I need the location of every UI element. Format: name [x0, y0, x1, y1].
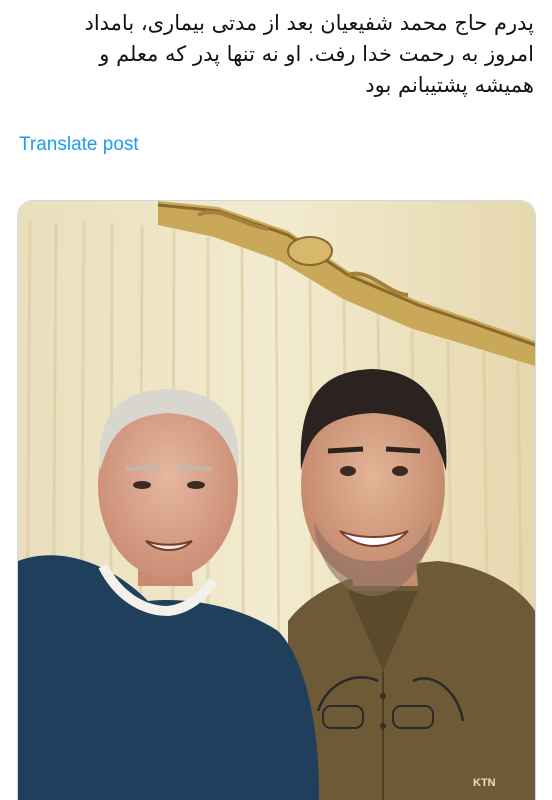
tweet-post: پدرم حاج محمد شفیعیان بعد از مدتی بیماری…: [0, 0, 552, 800]
shirt-logo: KTN: [473, 777, 496, 789]
post-text-line-3: همیشه پشتیبانم بود: [365, 73, 534, 97]
post-text-line-1: پدرم حاج محمد شفیعیان بعد از مدتی بیماری…: [84, 11, 534, 35]
photo-illustration: KTN: [18, 201, 535, 800]
post-photo[interactable]: KTN: [17, 200, 536, 800]
post-text-line-2: امروز به رحمت خدا رفت. او نه تنها پدر که…: [99, 42, 534, 66]
post-text: پدرم حاج محمد شفیعیان بعد از مدتی بیماری…: [14, 8, 534, 101]
translate-post-link[interactable]: Translate post: [19, 134, 139, 156]
